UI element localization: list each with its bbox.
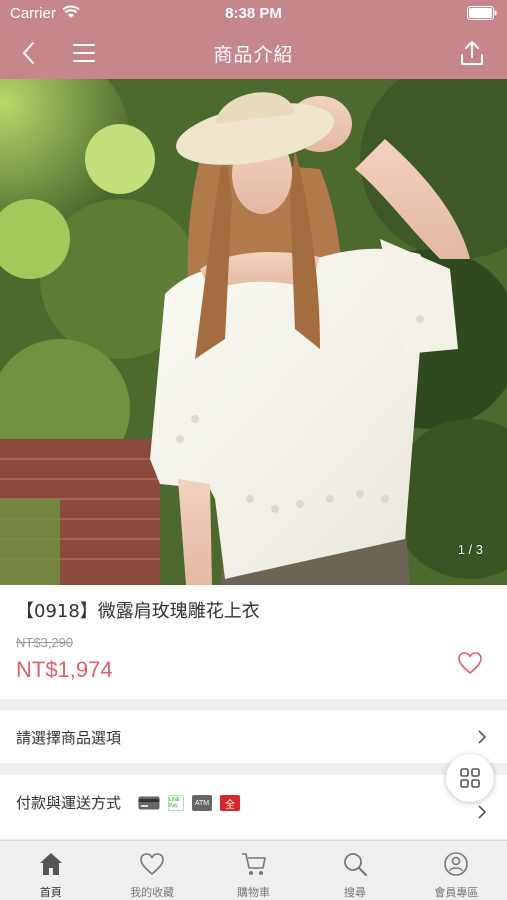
user-icon xyxy=(444,852,469,876)
tab-label: 首頁 xyxy=(39,886,62,899)
original-price: NT$3,290 xyxy=(16,635,74,650)
credit-card-icon xyxy=(138,796,160,810)
product-photo xyxy=(0,79,507,585)
atm-icon: ATM xyxy=(192,795,212,811)
select-options-row[interactable]: 請選擇商品選項 xyxy=(0,710,507,763)
tab-label: 我的收藏 xyxy=(130,886,175,899)
tab-search[interactable]: 搜尋 xyxy=(304,841,405,900)
product-name: 【0918】微露肩玫瑰雕花上衣 xyxy=(16,601,260,622)
app-root: Carrier 8:38 PM 商品介紹 1 / 3 【0918】微露肩玫瑰雕花… xyxy=(0,0,507,900)
tab-cart[interactable]: 購物車 xyxy=(203,841,304,900)
tab-member[interactable]: 會員專區 xyxy=(406,841,507,900)
status-bar: Carrier 8:38 PM xyxy=(0,0,507,28)
sale-price: NT$1,974 xyxy=(16,657,113,682)
tab-home[interactable]: 首頁 xyxy=(0,841,101,900)
tab-label: 購物車 xyxy=(237,886,271,899)
quick-menu-button[interactable] xyxy=(446,754,494,802)
home-icon xyxy=(39,853,62,875)
page-title: 商品介紹 xyxy=(213,44,294,66)
tab-label: 會員專區 xyxy=(434,886,479,899)
heart-icon xyxy=(140,853,164,875)
cart-icon xyxy=(241,853,266,875)
share-button[interactable] xyxy=(457,38,487,68)
navigation-bar: 商品介紹 xyxy=(0,28,507,79)
product-info: 【0918】微露肩玫瑰雕花上衣 NT$3,290 NT$1,974 xyxy=(0,585,507,699)
share-icon xyxy=(461,41,483,65)
chevron-right-icon xyxy=(478,730,487,744)
bottom-tab-bar: 首頁 我的收藏 購物車 搜尋 會員專區 xyxy=(0,840,507,900)
chevron-right-icon xyxy=(478,805,487,819)
payment-shipping-row[interactable]: 付款與運送方式 LINE Pay ATM 全 xyxy=(0,775,507,839)
payment-shipping-label: 付款與運送方式 xyxy=(16,794,122,812)
tab-favorites[interactable]: 我的收藏 xyxy=(101,841,202,900)
tab-label: 搜尋 xyxy=(343,886,366,899)
line-pay-icon: LINE Pay xyxy=(168,795,184,811)
grid-icon xyxy=(460,768,480,788)
select-options-label: 請選擇商品選項 xyxy=(16,729,122,747)
top-bar: Carrier 8:38 PM 商品介紹 xyxy=(0,0,507,79)
payment-methods: LINE Pay ATM 全 xyxy=(138,795,240,813)
search-icon xyxy=(344,853,367,876)
gallery-page-indicator: 1 / 3 xyxy=(457,542,483,557)
store-pickup-icon: 全 xyxy=(220,795,240,811)
battery-icon xyxy=(467,6,497,20)
status-time: 8:38 PM xyxy=(225,5,282,22)
product-image-gallery[interactable]: 1 / 3 xyxy=(0,79,507,585)
favorite-heart-icon[interactable] xyxy=(457,651,483,675)
